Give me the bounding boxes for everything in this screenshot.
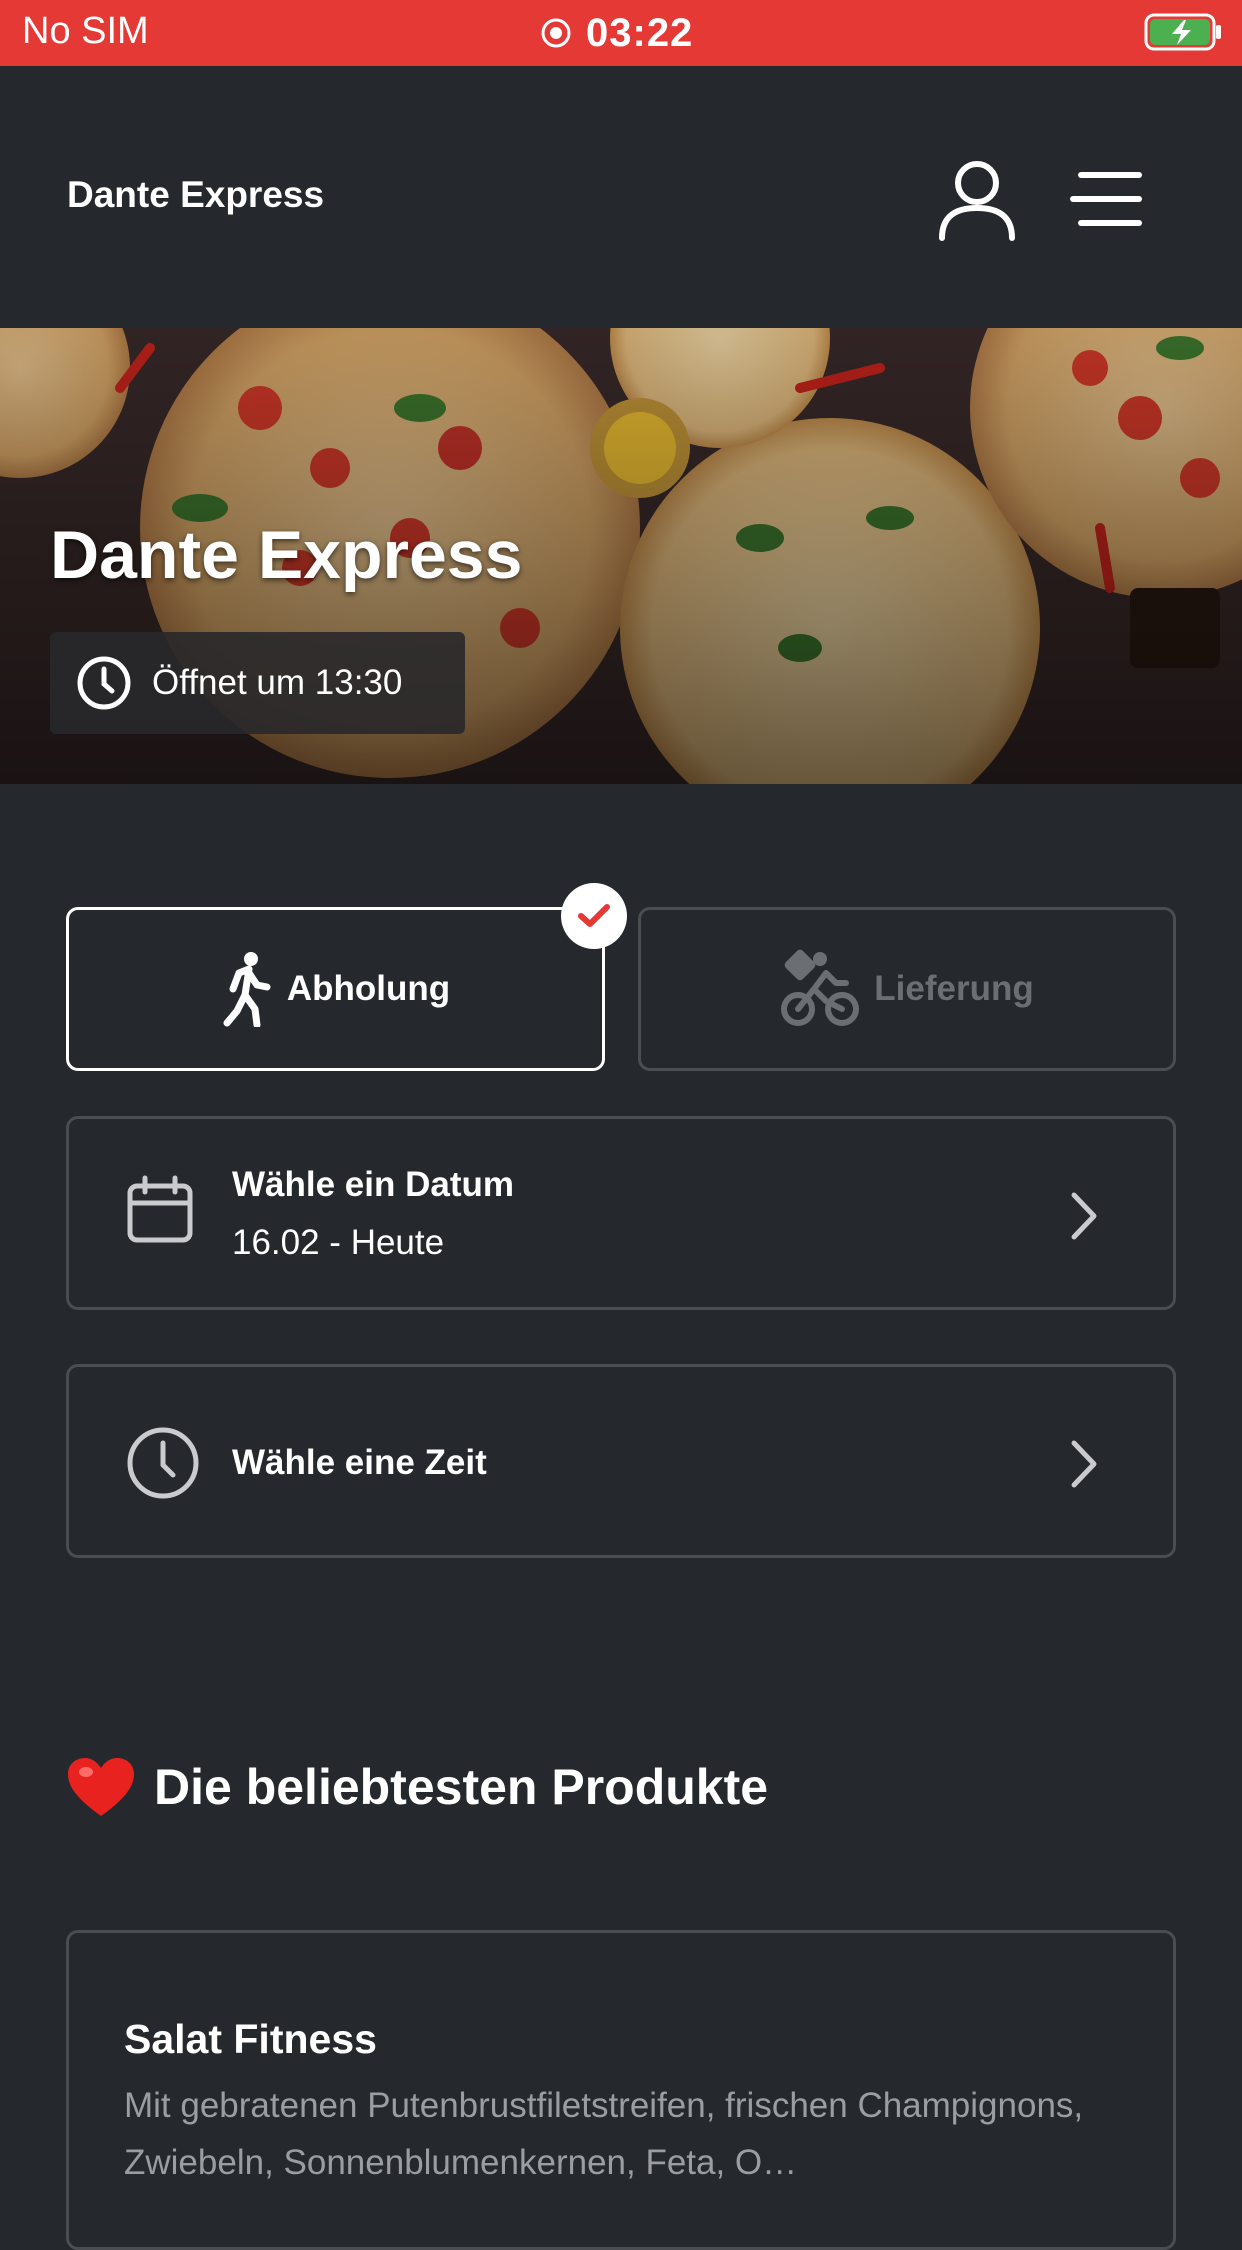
date-selector-value: 16.02 - Heute xyxy=(232,1223,445,1262)
delivery-button[interactable]: Lieferung xyxy=(638,907,1176,1071)
delivery-bike-icon xyxy=(781,949,860,1026)
hero-title: Dante Express xyxy=(50,517,523,593)
clock-icon xyxy=(77,656,131,710)
popular-section-title: Die beliebtesten Produkte xyxy=(66,1756,768,1818)
date-selector[interactable]: Wähle ein Datum 16.02 - Heute xyxy=(66,1116,1176,1310)
user-icon[interactable] xyxy=(936,158,1018,242)
battery-icon xyxy=(1144,13,1221,51)
clock-icon xyxy=(127,1427,199,1499)
product-description: Mit gebratenen Putenbrustfiletstreifen, … xyxy=(124,2086,1084,2182)
calendar-icon xyxy=(127,1175,193,1243)
delivery-label: Lieferung xyxy=(874,969,1034,1008)
time-selector-label: Wähle eine Zeit xyxy=(232,1443,487,1482)
carrier-label: No SIM xyxy=(22,10,149,52)
opening-hours-text: Öffnet um 13:30 xyxy=(152,663,403,702)
popular-title-text: Die beliebtesten Produkte xyxy=(154,1759,769,1815)
time-selector[interactable]: Wähle eine Zeit xyxy=(66,1364,1176,1558)
status-time: 03:22 xyxy=(586,10,694,55)
hero-banner: Dante Express Öffnet um 13:30 xyxy=(0,328,1242,784)
date-selector-label: Wähle ein Datum xyxy=(232,1165,514,1204)
app-header: Dante Express xyxy=(0,66,1242,328)
product-card[interactable]: Salat Fitness Mit gebratenen Putenbrustf… xyxy=(66,1930,1176,2250)
screen-record-icon xyxy=(541,18,571,48)
chevron-right-icon xyxy=(1071,1440,1097,1488)
walking-icon xyxy=(223,952,271,1027)
opening-hours-badge: Öffnet um 13:30 xyxy=(50,632,465,734)
status-center: 03:22 xyxy=(540,8,693,58)
pickup-button[interactable]: Abholung xyxy=(66,907,605,1071)
header-title: Dante Express xyxy=(67,174,325,215)
status-bar: No SIM 03:22 xyxy=(0,0,1242,66)
selected-check-badge xyxy=(561,883,627,949)
chevron-right-icon xyxy=(1071,1192,1097,1240)
heart-icon xyxy=(68,1758,134,1816)
check-icon xyxy=(578,904,610,927)
pickup-label: Abholung xyxy=(286,969,451,1008)
product-name: Salat Fitness xyxy=(124,2016,377,2062)
menu-icon[interactable] xyxy=(1068,164,1152,234)
